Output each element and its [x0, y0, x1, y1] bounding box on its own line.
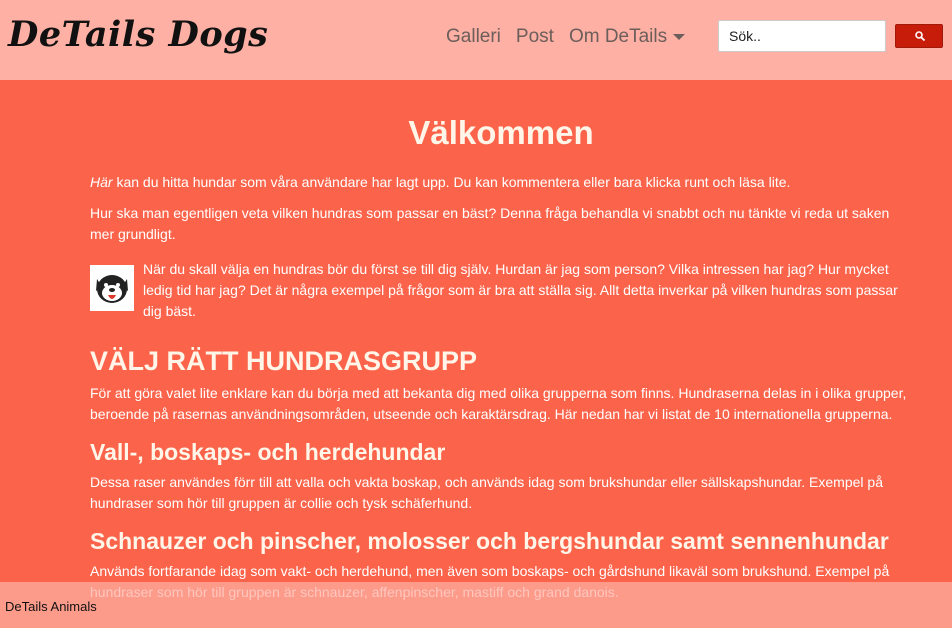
footer-label: DeTails Animals [5, 599, 97, 614]
search-input[interactable] [718, 20, 886, 52]
footer-bar: DeTails Animals [0, 582, 952, 628]
section-text-herding: Dessa raser användes förr till att valla… [90, 474, 883, 511]
group-heading: VÄLJ RÄTT HUNDRASGRUPP [90, 346, 478, 376]
question-paragraph: Hur ska man egentligen veta vilken hundr… [90, 205, 890, 242]
section-heading-herding: Vall-, boskaps- och herdehundar [90, 439, 446, 465]
intro-emphasis: Här [90, 174, 113, 190]
dog-face-icon [90, 265, 134, 311]
nav-om-details-label: Om DeTails [568, 26, 668, 47]
page-title: Välkommen [408, 114, 594, 151]
site-logo[interactable]: DeTails Dogs [8, 14, 268, 55]
section-heading-schnauzer: Schnauzer och pinscher, molosser och ber… [90, 528, 889, 554]
intro-paragraph: Här kan du hitta hundar som våra använda… [90, 172, 912, 193]
main-content: Välkommen Här kan du hitta hundar som vå… [90, 80, 912, 613]
search-icon [915, 31, 926, 42]
caret-down-icon [673, 33, 686, 40]
intro-text: kan du hitta hundar som våra användare h… [112, 174, 791, 190]
navbar: DeTails Dogs Galleri Post Om DeTails [0, 0, 952, 80]
choose-breed-paragraph: När du skall välja en hundras bör du för… [143, 261, 898, 319]
search-button[interactable] [895, 24, 943, 48]
nav-om-details-dropdown[interactable]: Om DeTails [568, 26, 686, 48]
nav-links: Galleri Post Om DeTails [446, 26, 700, 48]
nav-galleri[interactable]: Galleri [446, 26, 501, 48]
groups-paragraph: För att göra valet lite enklare kan du b… [90, 385, 907, 422]
nav-post[interactable]: Post [516, 26, 554, 48]
media-row: När du skall välja en hundras bör du för… [90, 259, 912, 332]
